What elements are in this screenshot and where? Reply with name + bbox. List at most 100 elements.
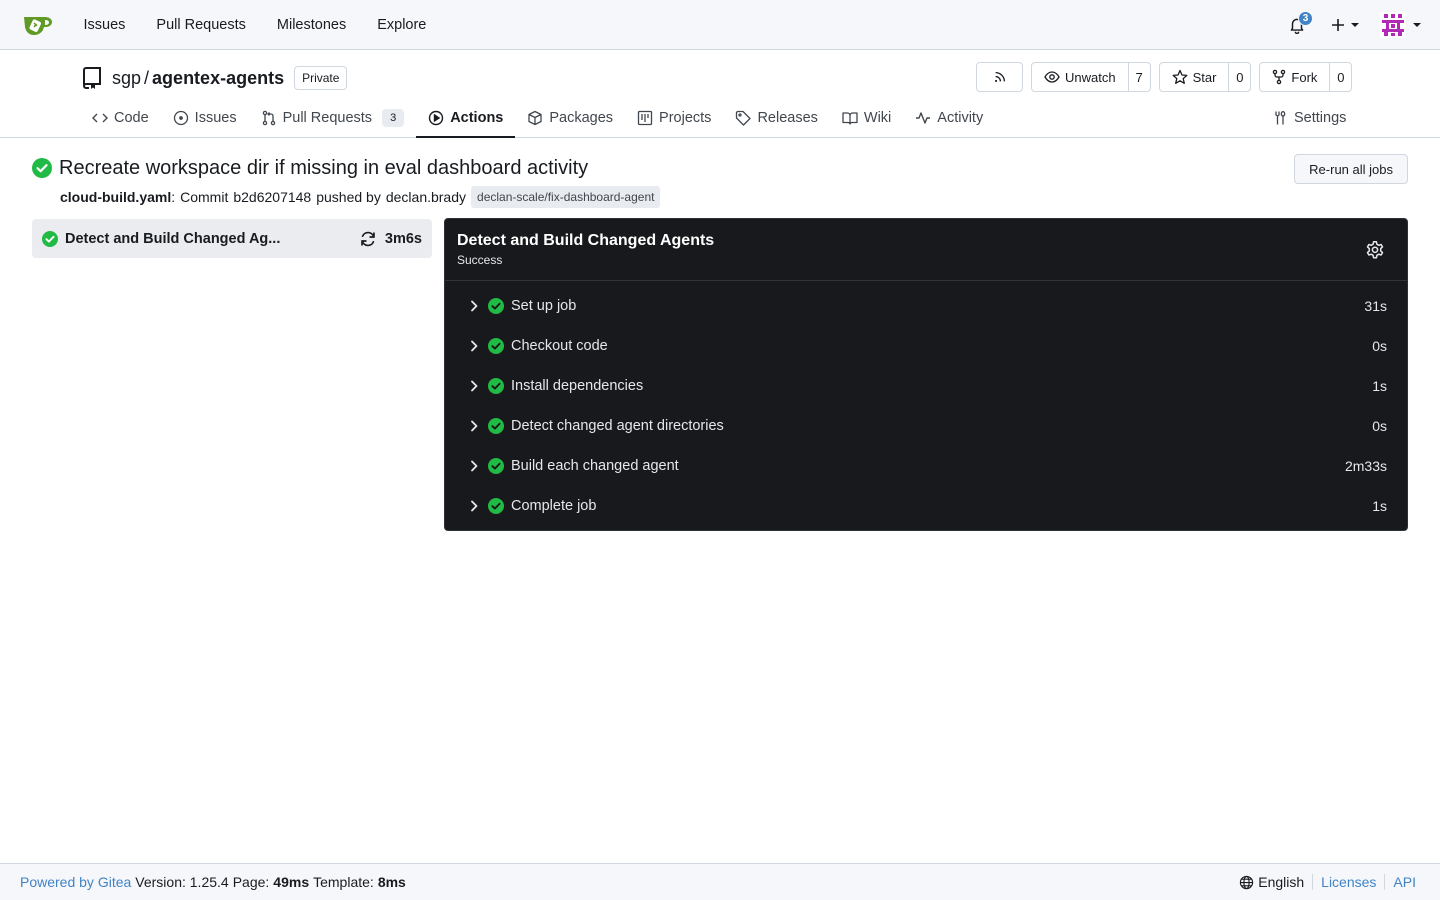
pull-request-icon	[261, 110, 277, 126]
gitea-logo-icon[interactable]	[22, 12, 54, 38]
job-step[interactable]: Install dependencies 1s	[445, 366, 1407, 406]
language-label: English	[1258, 874, 1305, 890]
issue-icon	[173, 110, 189, 126]
licenses-link[interactable]: Licenses	[1313, 874, 1386, 890]
job-detail-title: Detect and Build Changed Agents	[457, 232, 715, 249]
fork-icon	[1272, 69, 1286, 85]
step-name: Detect changed agent directories	[511, 418, 724, 434]
commit-label: Commit	[180, 189, 229, 205]
success-check-icon	[488, 458, 504, 474]
top-navbar: Issues Pull Requests Milestones Explore …	[0, 0, 1440, 50]
rss-feed-button[interactable]	[977, 63, 1022, 91]
tab-wiki[interactable]: Wiki	[830, 98, 903, 137]
watch-button-group: Unwatch 7	[1031, 62, 1151, 92]
gear-icon[interactable]	[1365, 240, 1385, 260]
nav-links: Issues Pull Requests Milestones Explore	[68, 0, 442, 50]
job-step[interactable]: Complete job 1s	[445, 486, 1407, 526]
nav-milestones[interactable]: Milestones	[261, 0, 361, 50]
tab-pull-requests-label: Pull Requests	[282, 109, 373, 126]
job-item[interactable]: Detect and Build Changed Ag... 3m6s	[32, 219, 432, 258]
api-link[interactable]: API	[1385, 874, 1416, 890]
pull-requests-count-badge: 3	[382, 108, 405, 127]
tab-projects-label: Projects	[659, 109, 712, 126]
nav-pull-requests[interactable]: Pull Requests	[141, 0, 261, 50]
job-detail-header: Detect and Build Changed Agents Success	[445, 219, 1407, 281]
chevron-down-icon	[1350, 20, 1360, 30]
star-button[interactable]: Star	[1160, 63, 1229, 91]
tab-settings[interactable]: Settings	[1260, 98, 1358, 138]
step-name: Set up job	[511, 298, 577, 314]
tools-icon	[1272, 110, 1288, 126]
tab-settings-label: Settings	[1294, 110, 1347, 126]
chevron-right-icon	[467, 379, 481, 393]
globe-icon	[1239, 875, 1254, 890]
footer-left: Powered by Gitea Version: 1.25.4 Page: 4…	[20, 874, 410, 890]
job-step[interactable]: Build each changed agent 2m33s	[445, 446, 1407, 486]
job-step[interactable]: Checkout code 0s	[445, 326, 1407, 366]
tab-actions[interactable]: Actions	[416, 98, 516, 138]
unwatch-label: Unwatch	[1065, 69, 1116, 85]
forks-count[interactable]: 0	[1329, 63, 1351, 91]
step-name: Checkout code	[511, 338, 608, 354]
run-title-row: Recreate workspace dir if missing in eva…	[32, 154, 1408, 182]
repo-icon	[81, 66, 103, 90]
language-selector[interactable]: English	[1239, 874, 1314, 890]
tab-issues[interactable]: Issues	[161, 98, 249, 137]
notifications-button[interactable]: 3	[1282, 10, 1313, 40]
job-list: Detect and Build Changed Ag... 3m6s	[32, 219, 432, 258]
job-steps: Set up job 31s Checkout code 0s Install …	[445, 281, 1407, 526]
project-icon	[637, 110, 653, 126]
fork-label: Fork	[1291, 69, 1318, 85]
powered-by-link[interactable]: Powered by Gitea	[20, 874, 131, 890]
tab-issues-label: Issues	[194, 109, 237, 126]
avatar	[1380, 12, 1406, 38]
tab-releases[interactable]: Releases	[723, 98, 829, 137]
success-check-icon	[488, 298, 504, 314]
unwatch-button[interactable]: Unwatch	[1032, 63, 1128, 91]
pushed-by-label: pushed by	[316, 189, 381, 205]
job-detail-panel: Detect and Build Changed Agents Success …	[444, 218, 1408, 531]
rss-icon	[993, 70, 1007, 84]
watchers-count[interactable]: 7	[1127, 63, 1150, 91]
create-menu-button[interactable]	[1330, 17, 1360, 33]
commit-sha-link[interactable]: b2d6207148	[233, 189, 311, 205]
repo-separator: /	[144, 67, 150, 88]
nav-explore[interactable]: Explore	[362, 0, 442, 50]
branch-label[interactable]: declan-scale/fix-dashboard-agent	[471, 186, 661, 208]
footer-right: English Licenses API	[1239, 874, 1416, 890]
tab-code[interactable]: Code	[80, 98, 161, 137]
rerun-job-icon[interactable]	[359, 230, 377, 248]
job-step[interactable]: Set up job 31s	[445, 286, 1407, 326]
stars-count[interactable]: 0	[1228, 63, 1250, 91]
author-link[interactable]: declan.brady	[386, 189, 466, 205]
run-meta: cloud-build.yaml : Commit b2d6207148 pus…	[60, 185, 1408, 209]
job-name: Detect and Build Changed Ag...	[65, 230, 281, 247]
fork-button[interactable]: Fork	[1260, 63, 1329, 91]
job-duration: 3m6s	[384, 230, 422, 247]
template-time-value: 8ms	[377, 874, 406, 890]
rss-button-group	[976, 62, 1023, 92]
success-check-icon	[32, 158, 52, 178]
success-check-icon	[488, 338, 504, 354]
user-menu-button[interactable]	[1380, 12, 1422, 38]
job-detail-status: Success	[457, 253, 503, 267]
rerun-all-jobs-button[interactable]: Re-run all jobs	[1294, 154, 1408, 184]
nav-issues[interactable]: Issues	[68, 0, 141, 50]
step-name: Install dependencies	[511, 378, 644, 394]
repo-owner-link[interactable]: sgp	[112, 68, 141, 89]
workflow-file-link[interactable]: cloud-build.yaml	[60, 189, 171, 205]
tab-pull-requests[interactable]: Pull Requests 3	[249, 98, 417, 137]
job-step[interactable]: Detect changed agent directories 0s	[445, 406, 1407, 446]
tab-packages-label: Packages	[549, 109, 614, 126]
book-icon	[842, 110, 858, 126]
repo-name-link[interactable]: agentex-agents	[152, 68, 284, 89]
private-badge: Private	[294, 66, 348, 90]
chevron-right-icon	[467, 419, 481, 433]
tab-activity[interactable]: Activity	[903, 98, 995, 137]
tab-projects[interactable]: Projects	[625, 98, 723, 137]
step-duration: 1s	[1372, 498, 1387, 514]
run-header: Recreate workspace dir if missing in eva…	[32, 154, 1408, 210]
template-time-label: Template:	[313, 874, 374, 890]
package-icon	[527, 110, 543, 126]
tab-packages[interactable]: Packages	[515, 98, 625, 137]
